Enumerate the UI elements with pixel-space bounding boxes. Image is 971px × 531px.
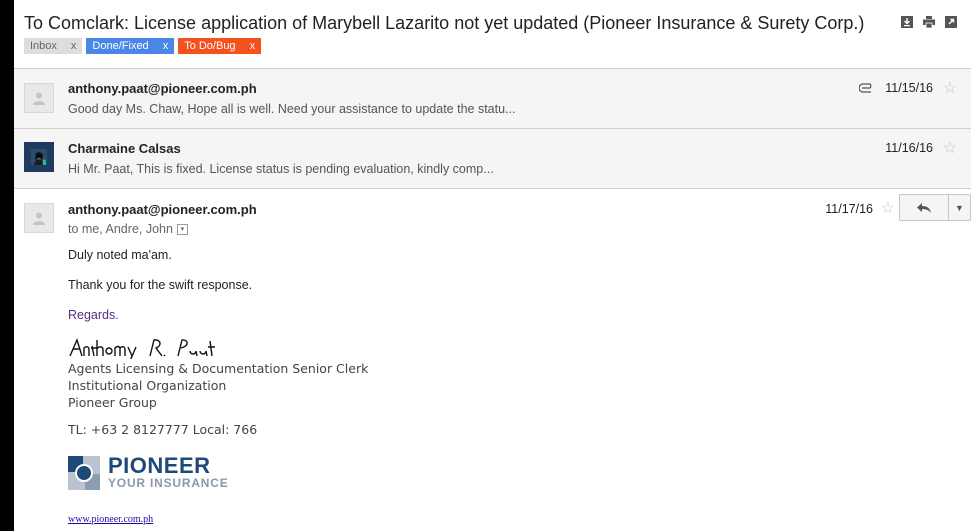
message-date: 11/16/16 [885, 141, 933, 155]
thread-toolbar [901, 16, 957, 29]
handwritten-signature [68, 337, 218, 362]
reply-button[interactable] [899, 194, 949, 221]
logo-sub-text: YOUR INSURANCE [108, 476, 229, 490]
message-snippet: Hi Mr. Paat, This is fixed. License stat… [68, 162, 494, 176]
star-icon[interactable]: ☆ [943, 81, 957, 97]
sender-name: anthony.paat@pioneer.com.ph [68, 81, 257, 96]
show-details-icon[interactable]: ▾ [176, 223, 188, 235]
label-inbox[interactable]: Inbox x [24, 38, 83, 54]
avatar [24, 203, 54, 233]
more-actions-button[interactable]: ▼ [949, 194, 971, 221]
label-text: Inbox [30, 40, 57, 52]
label-done-fixed[interactable]: Done/Fixed x [86, 38, 175, 54]
recipients-line: to me, Andre, John ▾ [68, 222, 188, 236]
message-collapsed[interactable]: Charmaine Calsas Hi Mr. Paat, This is fi… [14, 128, 971, 188]
recipients-text: to me, Andre, John [68, 222, 173, 236]
website-link[interactable]: www.pioneer.com.ph [68, 514, 153, 525]
star-icon[interactable]: ☆ [881, 201, 895, 217]
signature-title: Agents Licensing & Documentation Senior … [68, 361, 369, 376]
thread-header: To Comclark: License application of Mary… [24, 10, 914, 54]
signature-block: Agents Licensing & Documentation Senior … [68, 360, 368, 411]
label-to-do-bug[interactable]: To Do/Bug x [178, 38, 262, 54]
pioneer-logo-icon [68, 455, 100, 490]
remove-label-icon[interactable]: x [71, 38, 77, 54]
label-text: Done/Fixed [92, 40, 149, 52]
label-list: Inbox x Done/Fixed x To Do/Bug x [24, 38, 914, 54]
thread-subject: To Comclark: License application of Mary… [24, 13, 865, 33]
print-icon[interactable] [923, 16, 935, 29]
download-icon[interactable] [901, 16, 913, 28]
signature-phone: TL: +63 2 8127777 Local: 766 [68, 422, 258, 437]
remove-label-icon[interactable]: x [163, 38, 169, 54]
signature-company: Pioneer Group [68, 395, 157, 410]
message-snippet: Good day Ms. Chaw, Hope all is well. Nee… [68, 102, 516, 116]
body-line: Duly noted ma'am. [68, 248, 172, 262]
body-line: Regards. [68, 308, 119, 322]
paperclip-icon [858, 81, 875, 96]
body-line: Thank you for the swift response. [68, 278, 253, 292]
chevron-down-icon: ▼ [955, 202, 964, 213]
message-date: 11/15/16 [885, 81, 933, 95]
sender-name[interactable]: anthony.paat@pioneer.com.ph [68, 202, 257, 217]
reply-icon [917, 202, 931, 213]
message-date: 11/17/16 [825, 202, 873, 216]
email-thread-view: To Comclark: License application of Mary… [14, 0, 971, 531]
reply-controls: ▼ [899, 194, 971, 221]
pioneer-logo: PIONEER YOUR INSURANCE [68, 455, 229, 490]
logo-main-text: PIONEER [108, 453, 211, 478]
remove-label-icon[interactable]: x [250, 38, 256, 54]
sender-name: Charmaine Calsas [68, 141, 181, 156]
message-expanded: anthony.paat@pioneer.com.ph to me, Andre… [14, 188, 971, 531]
message-collapsed[interactable]: anthony.paat@pioneer.com.ph Good day Ms.… [14, 68, 971, 128]
signature-organization: Institutional Organization [68, 378, 227, 393]
label-text: To Do/Bug [184, 40, 236, 52]
open-in-new-window-icon[interactable] [945, 16, 957, 28]
avatar [24, 142, 54, 172]
star-icon[interactable]: ☆ [943, 141, 957, 157]
avatar [24, 83, 54, 113]
